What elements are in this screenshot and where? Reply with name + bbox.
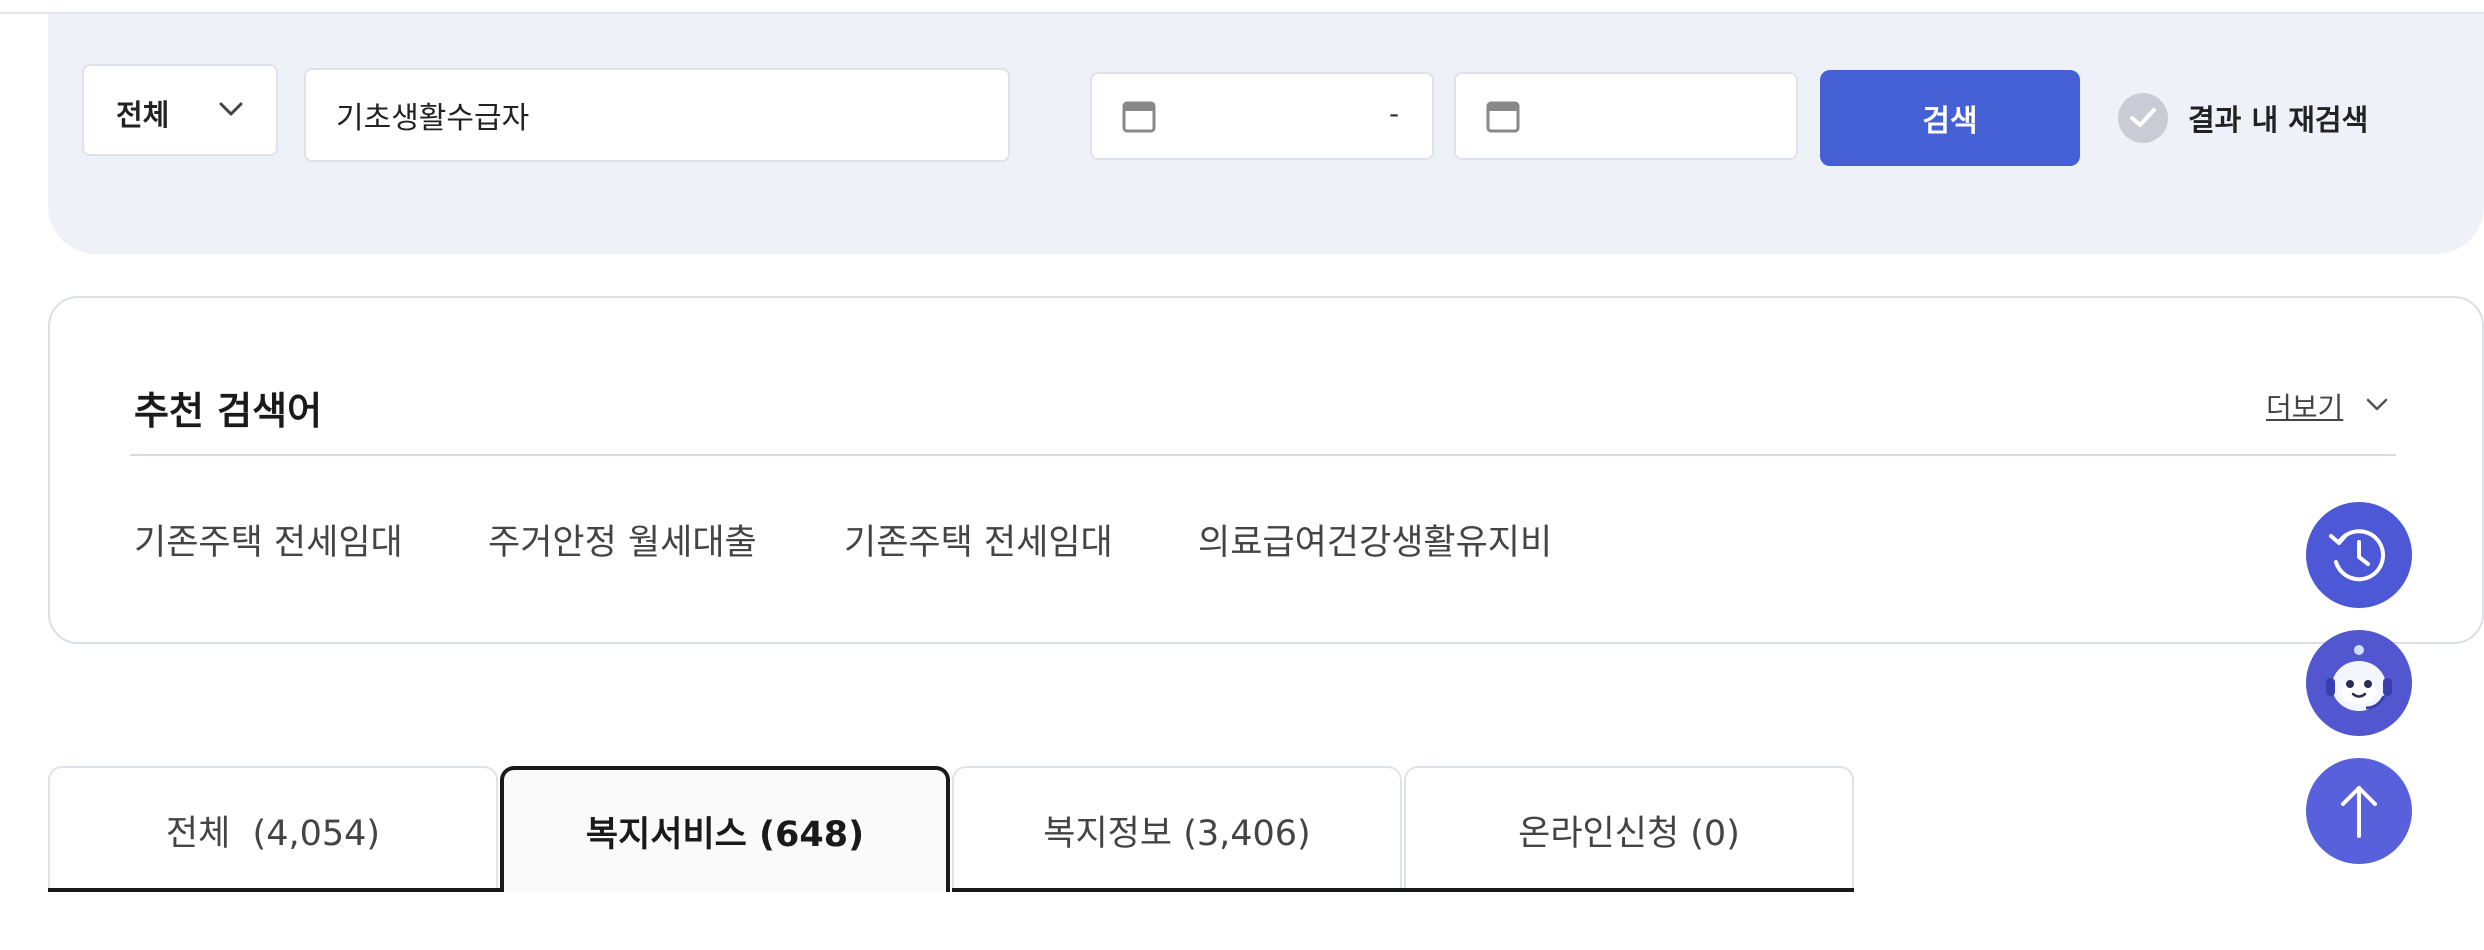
category-select-value: 전체 xyxy=(116,98,170,132)
recent-history-button[interactable] xyxy=(2306,502,2412,608)
recommended-keyword[interactable]: 기존주택 전세임대 xyxy=(844,514,1113,565)
tab-online-application[interactable]: 온라인신청 (0) xyxy=(1404,766,1854,892)
chevron-down-icon[interactable] xyxy=(2364,392,2390,418)
recommended-keyword[interactable]: 의료급여건강생활유지비 xyxy=(1198,514,1552,565)
tab-all[interactable]: 전체 (4,054) xyxy=(48,766,498,892)
tab-label: 복지서비스 (648) xyxy=(585,814,865,855)
tab-label: 전체 (4,054) xyxy=(165,813,381,854)
tab-welfare-info[interactable]: 복지정보 (3,406) xyxy=(952,766,1402,892)
recommended-keyword[interactable]: 주거안정 월세대출 xyxy=(488,514,757,565)
re-search-toggle[interactable]: 결과 내 재검색 xyxy=(2118,92,2368,144)
calendar-icon xyxy=(1122,101,1156,133)
date-separator: - xyxy=(1389,97,1400,130)
more-link[interactable]: 더보기 xyxy=(2266,386,2343,426)
start-date-field[interactable] xyxy=(1090,72,1434,160)
tab-welfare-services[interactable]: 복지서비스 (648) xyxy=(500,766,950,892)
calendar-icon xyxy=(1486,101,1520,133)
arrow-up-icon xyxy=(2341,786,2377,838)
recommended-keyword[interactable]: 기존주택 전세임대 xyxy=(134,514,403,565)
check-icon xyxy=(2118,93,2168,143)
category-select[interactable]: 전체 xyxy=(82,64,278,156)
recommended-keywords-title: 추천 검색어 xyxy=(134,389,323,433)
keyword-input[interactable] xyxy=(304,68,1010,162)
recommended-keywords-box xyxy=(48,296,2484,644)
chatbot-icon xyxy=(2326,645,2392,711)
chatbot-button[interactable] xyxy=(2306,630,2412,736)
recommended-divider xyxy=(130,454,2396,456)
scroll-top-button[interactable] xyxy=(2306,758,2412,864)
re-search-label: 결과 내 재검색 xyxy=(2188,103,2369,137)
history-icon xyxy=(2329,529,2386,582)
tab-underline xyxy=(48,888,500,892)
tab-underline xyxy=(952,888,1854,892)
tab-label: 복지정보 (3,406) xyxy=(1043,813,1311,854)
end-date-field[interactable] xyxy=(1454,72,1798,160)
search-button[interactable]: 검색 xyxy=(1820,70,2080,166)
chevron-down-icon xyxy=(219,102,243,116)
tab-label: 온라인신청 (0) xyxy=(1518,813,1740,854)
